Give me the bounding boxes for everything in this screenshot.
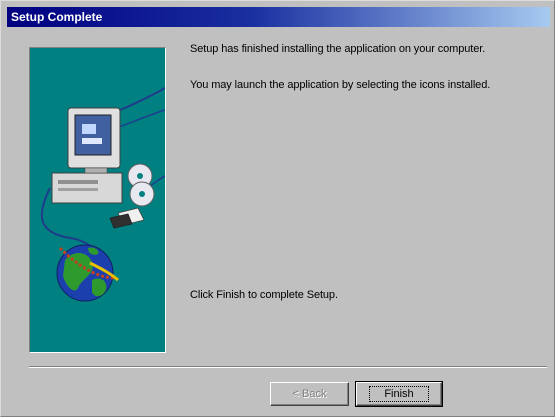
- window-title: Setup Complete: [11, 10, 103, 24]
- message-click-finish: Click Finish to complete Setup.: [190, 289, 338, 301]
- setup-complete-dialog: Setup Complete Setup has finished instal…: [0, 0, 555, 417]
- title-bar[interactable]: Setup Complete: [7, 7, 550, 27]
- back-button[interactable]: < Back: [270, 382, 349, 406]
- separator: [29, 366, 547, 368]
- illustration-graphic: [40, 87, 165, 302]
- finish-button[interactable]: Finish: [355, 381, 443, 407]
- globe-icon: [56, 244, 119, 302]
- setup-illustration: [29, 47, 166, 353]
- back-button-label: < Back: [292, 388, 327, 400]
- finish-button-label: Finish: [369, 386, 429, 402]
- computer-icon: [51, 107, 123, 204]
- message-launch-instructions: You may launch the application by select…: [190, 79, 491, 91]
- floppy-disk-icon: [109, 207, 145, 229]
- cd-icon: [127, 163, 155, 207]
- message-install-finished: Setup has finished installing the applic…: [190, 43, 486, 55]
